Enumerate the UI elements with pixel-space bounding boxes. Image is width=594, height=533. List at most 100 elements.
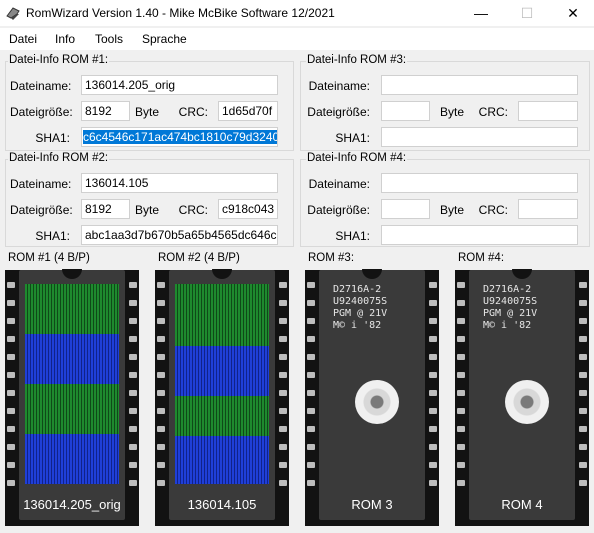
chip-pin — [429, 300, 437, 306]
chip-pin — [129, 462, 137, 468]
chip-pins-left — [157, 282, 165, 502]
chip-pin — [129, 372, 137, 378]
chip-pin — [457, 336, 465, 342]
chip-pin — [279, 300, 287, 306]
chip-pins-left — [307, 282, 315, 502]
chip-pin — [129, 480, 137, 486]
chip-notch — [212, 269, 232, 279]
chip-pin — [457, 480, 465, 486]
rom1-sha1-value: c6c4546c171ac474bc1810c79d3240dd — [83, 130, 277, 144]
chip-body: D2716A-2 U9240075S PGM @ 21V M© i '82 — [319, 269, 425, 520]
chip-print-line-1: D2716A-2 — [483, 284, 532, 295]
chip-pin — [579, 408, 587, 414]
chip-pin — [429, 390, 437, 396]
rom2-sha1-field[interactable]: abc1aa3d7b670b5a65b4565dc646cd3c — [81, 225, 278, 245]
eprom-window — [505, 380, 549, 424]
rom4-size-field[interactable] — [381, 199, 430, 219]
chip-pin — [7, 372, 15, 378]
rom2-sha1-label: SHA1: — [35, 229, 70, 243]
chip-pins-right — [279, 282, 287, 502]
chip-pin — [279, 372, 287, 378]
chip-pin — [157, 408, 165, 414]
chip-pin — [579, 426, 587, 432]
rom1-caption: 136014.205_orig — [23, 497, 121, 512]
chip-body: D2716A-2 U9240075S PGM @ 21V M© i '82 — [469, 269, 575, 520]
rom1-byte-label: Byte — [135, 105, 160, 119]
rom2-size-field[interactable]: 8192 — [81, 199, 130, 219]
chip-pin — [307, 480, 315, 486]
window-title: RomWizard Version 1.40 - Mike McBike Sof… — [26, 6, 335, 20]
rom3-filename-field[interactable] — [381, 75, 578, 95]
chip-pin — [129, 336, 137, 342]
chip-pin — [7, 444, 15, 450]
close-button[interactable]: ✕ — [550, 0, 594, 26]
chip-pin — [457, 282, 465, 288]
rom1-crc-value: 1d65d70f — [222, 104, 273, 118]
chip-pin — [307, 354, 315, 360]
rom2-crc-field[interactable]: c918c043 — [218, 199, 278, 219]
rom2-filename-field[interactable]: 136014.105 — [81, 173, 278, 193]
rom4-sha1-field[interactable] — [381, 225, 578, 245]
chip-print-line-4: M© i '82 — [483, 320, 532, 331]
chip-notch — [62, 269, 82, 279]
rom1-crc-field[interactable]: 1d65d70f — [218, 101, 278, 121]
chip-pin — [307, 426, 315, 432]
chip-pins-right — [579, 282, 587, 502]
rom1-chip-view[interactable]: 136014.205_orig — [5, 269, 139, 526]
chip-pin — [429, 354, 437, 360]
chip-pin — [457, 318, 465, 324]
rom4-crc-field[interactable] — [518, 199, 578, 219]
maximize-button[interactable]: ☐ — [504, 0, 550, 26]
eprom-window — [355, 380, 399, 424]
rom3-sha1-label: SHA1: — [335, 131, 370, 145]
chip-notch — [362, 269, 382, 279]
chip-pin — [7, 462, 15, 468]
chip-pin — [307, 300, 315, 306]
rom2-caption: 136014.105 — [187, 497, 257, 512]
rom4-chip-view[interactable]: D2716A-2 U9240075S PGM @ 21V M© i '82 RO… — [455, 269, 589, 526]
rom3-caption: ROM 3 — [351, 497, 393, 512]
chip-pin — [157, 282, 165, 288]
chip-pin — [129, 390, 137, 396]
chip-pin — [457, 372, 465, 378]
rom2-panel-title: ROM #2 (4 B/P) — [158, 252, 240, 264]
rom3-chip-view[interactable]: D2716A-2 U9240075S PGM @ 21V M© i '82 RO… — [305, 269, 439, 526]
chip-pin — [129, 444, 137, 450]
rom3-size-field[interactable] — [381, 101, 430, 121]
chip-pin — [457, 462, 465, 468]
chip-pin — [579, 318, 587, 324]
rom4-filename-field[interactable] — [381, 173, 578, 193]
chip-pin — [279, 354, 287, 360]
chip-print-line-4: M© i '82 — [333, 320, 382, 331]
chip-pin — [579, 444, 587, 450]
chip-pin — [279, 462, 287, 468]
rom1-filename-field[interactable]: 136014.205_orig — [81, 75, 278, 95]
chip-pin — [429, 426, 437, 432]
menu-datei[interactable]: Datei — [9, 32, 37, 46]
chip-pin — [307, 336, 315, 342]
chip-print-line-1: D2716A-2 — [333, 284, 382, 295]
chip-pin — [157, 300, 165, 306]
rom3-crc-field[interactable] — [518, 101, 578, 121]
chip-pin — [307, 390, 315, 396]
rom1-panel-title: ROM #1 (4 B/P) — [8, 252, 90, 264]
minimize-button[interactable]: — — [458, 0, 504, 26]
chip-pin — [457, 390, 465, 396]
rom4-panel-title: ROM #4: — [458, 252, 505, 264]
chip-pin — [429, 444, 437, 450]
chip-pin — [579, 372, 587, 378]
chip-notch — [512, 269, 532, 279]
rom4-size-label: Dateigröße: — [307, 203, 370, 217]
chip-pin — [7, 282, 15, 288]
rom1-sha1-field[interactable]: c6c4546c171ac474bc1810c79d3240dd — [81, 127, 278, 147]
menu-sprache[interactable]: Sprache — [142, 32, 187, 46]
chip-pin — [157, 462, 165, 468]
rom3-sha1-field[interactable] — [381, 127, 578, 147]
rom4-caption: ROM 4 — [501, 497, 543, 512]
menu-info[interactable]: Info — [55, 32, 75, 46]
chip-print-line-2: U9240075S — [333, 296, 388, 307]
rom2-chip-view[interactable]: 136014.105 — [155, 269, 289, 526]
chip-pin — [7, 426, 15, 432]
menu-tools[interactable]: Tools — [95, 32, 123, 46]
rom1-size-field[interactable]: 8192 — [81, 101, 130, 121]
